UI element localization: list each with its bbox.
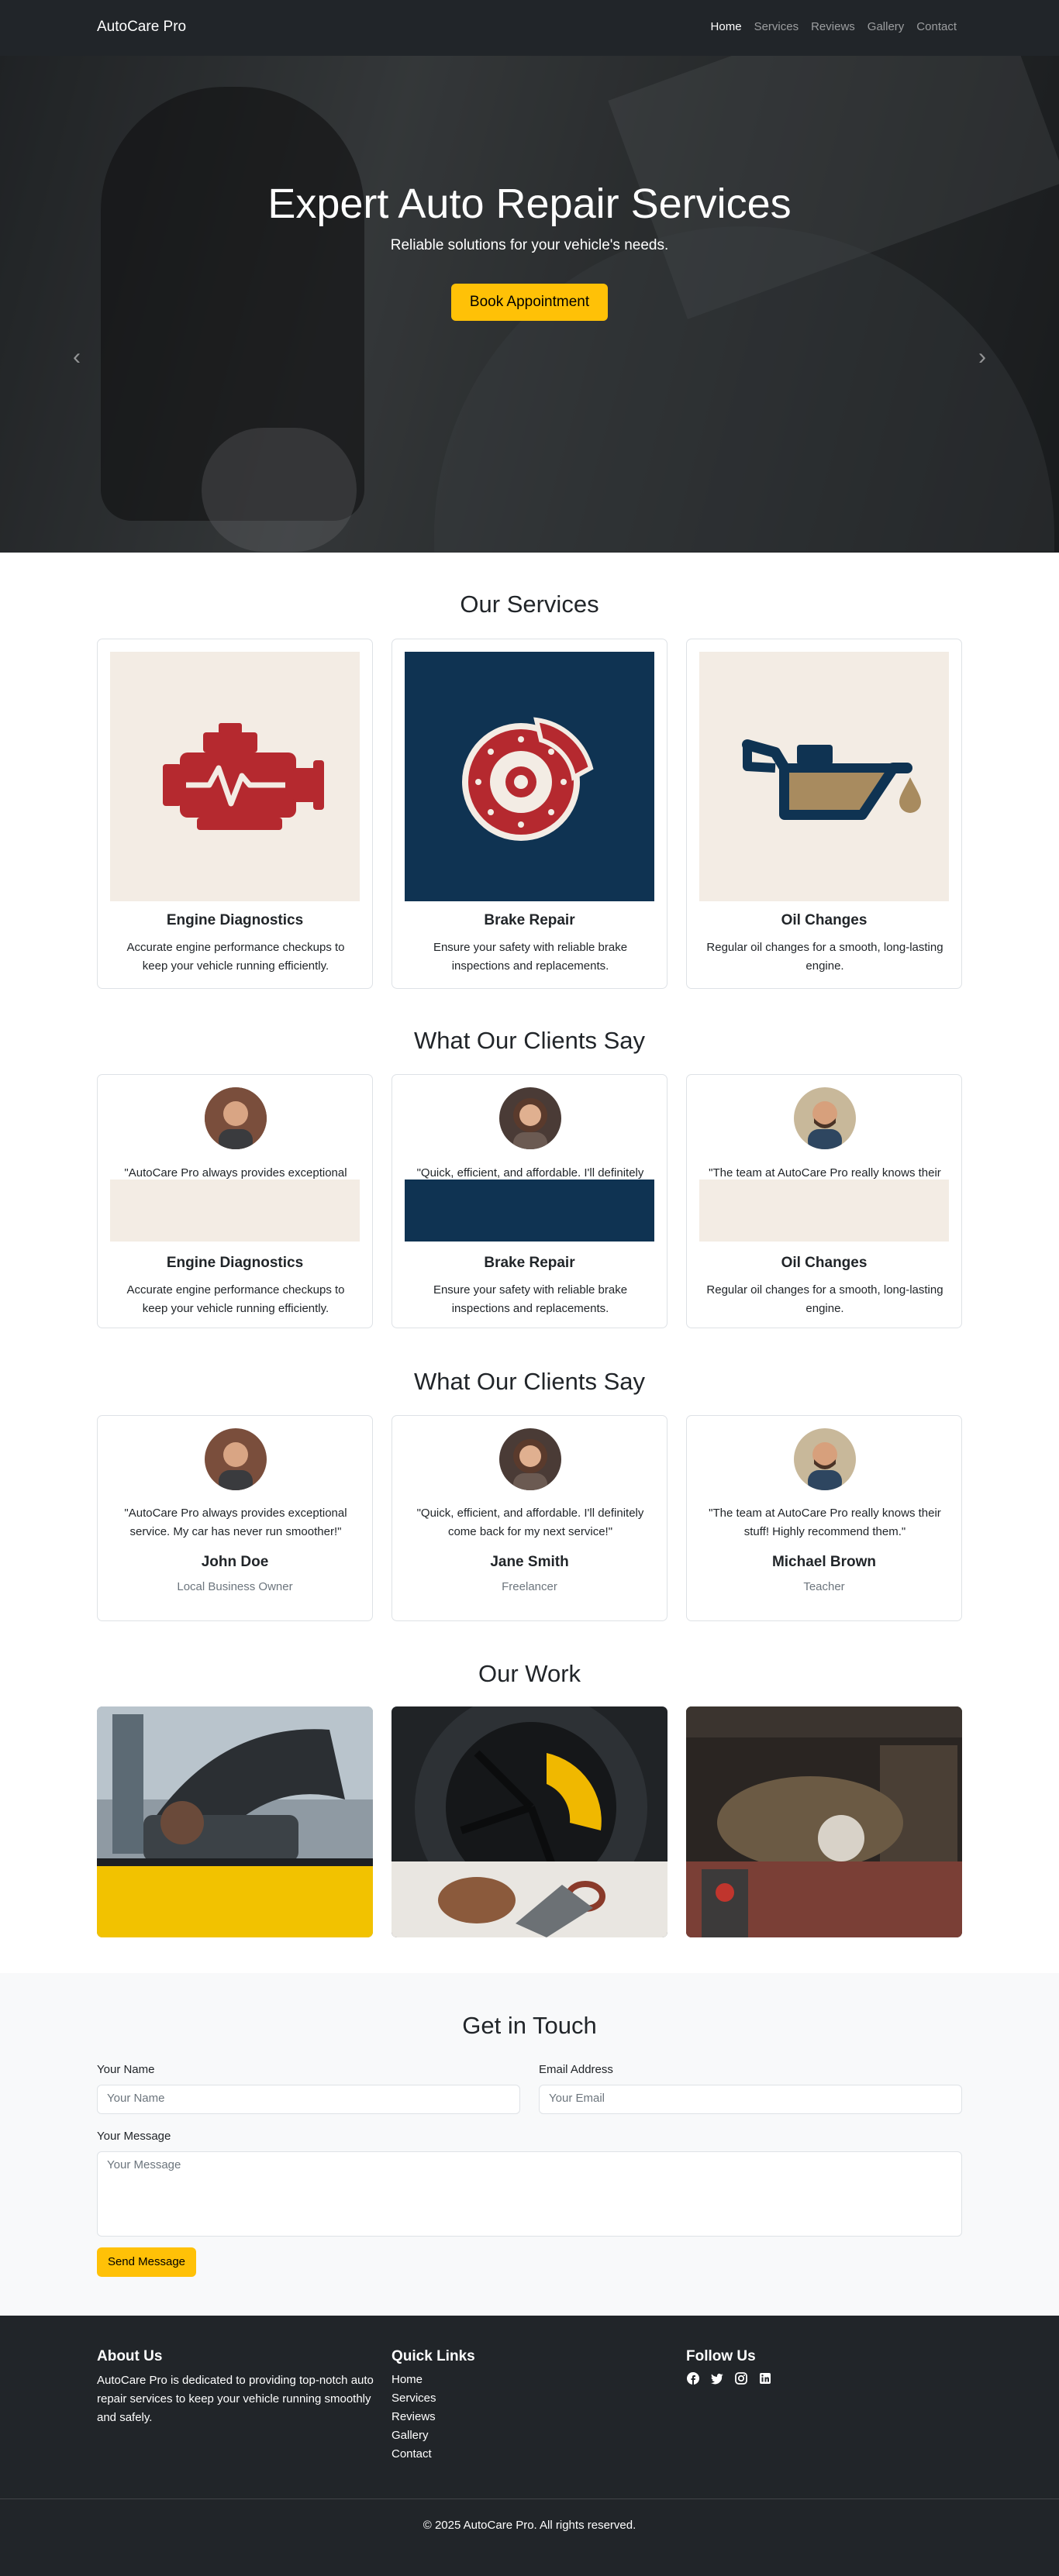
avatar: [794, 1087, 856, 1149]
message-textarea[interactable]: Your Message: [97, 2151, 962, 2237]
chevron-right-icon[interactable]: ›: [978, 344, 986, 370]
services-title: Our Services: [460, 591, 599, 618]
review-quote: "The team at AutoCare Pro really knows t…: [709, 1166, 941, 1180]
service-image-clipped: [699, 1180, 949, 1242]
hero-subtitle: Reliable solutions for your vehicle's ne…: [390, 237, 669, 253]
brand-logo[interactable]: AutoCare Pro: [97, 19, 186, 36]
gallery-image-garage[interactable]: [686, 1706, 962, 1937]
footer-about-title: About Us: [97, 2348, 163, 2364]
service-text: Ensure your safety with reliable brake i…: [433, 1283, 628, 1315]
brake-disc-icon: [405, 652, 654, 901]
service-title: Engine Diagnostics: [166, 912, 304, 928]
review-card-michael: "The team at AutoCare Pro really knows t…: [686, 1415, 962, 1621]
instagram-icon[interactable]: [734, 2371, 750, 2387]
nav-link-gallery[interactable]: Gallery: [868, 20, 905, 33]
footer-link-reviews[interactable]: Reviews: [392, 2410, 436, 2423]
navbar: AutoCare Pro Home Services Reviews Galle…: [0, 0, 1059, 56]
service-title: Engine Diagnostics: [166, 1255, 304, 1271]
oil-can-icon: [699, 652, 949, 901]
nav-link-contact[interactable]: Contact: [916, 20, 957, 33]
engine-icon: [110, 652, 360, 901]
footer-link-contact[interactable]: Contact: [392, 2447, 432, 2461]
review-quote: "AutoCare Pro always provides exceptiona…: [124, 1507, 347, 1538]
hero-title: Expert Auto Repair Services: [267, 181, 792, 227]
nav-link-home[interactable]: Home: [711, 20, 742, 33]
avatar: [794, 1428, 856, 1490]
service-title: Brake Repair: [484, 1255, 575, 1271]
gallery-image-wheel[interactable]: [392, 1706, 667, 1937]
review-quote: "AutoCare Pro always provides exceptiona…: [124, 1166, 347, 1180]
service-card-brake[interactable]: Brake Repair Ensure your safety with rel…: [392, 639, 667, 989]
footer-follow-title: Follow Us: [686, 2348, 756, 2364]
service-text: Ensure your safety with reliable brake i…: [433, 941, 628, 973]
email-input[interactable]: Your Email: [539, 2085, 962, 2114]
reviewer-role: Teacher: [803, 1580, 845, 1593]
overlap-card-3[interactable]: "The team at AutoCare Pro really knows t…: [686, 1074, 962, 1328]
name-label: Your Name: [97, 2063, 155, 2076]
twitter-icon[interactable]: [710, 2371, 726, 2387]
reviewer-name: John Doe: [201, 1554, 269, 1570]
service-card-oil[interactable]: Oil Changes Regular oil changes for a sm…: [686, 639, 962, 989]
nav-links: Home Services Reviews Gallery Contact: [711, 20, 957, 33]
service-title: Oil Changes: [781, 1255, 868, 1271]
avatar: [499, 1087, 561, 1149]
reviewer-role: Freelancer: [502, 1580, 557, 1593]
reviews-title: What Our Clients Say: [413, 1368, 646, 1395]
service-text: Accurate engine performance checkups to …: [126, 941, 345, 973]
service-image-clipped: [110, 1180, 360, 1242]
service-text: Regular oil changes for a smooth, long-l…: [706, 1283, 943, 1315]
reviews-title-overlap: What Our Clients Say: [413, 1027, 646, 1054]
nav-link-reviews[interactable]: Reviews: [811, 20, 855, 33]
facebook-icon[interactable]: [686, 2371, 702, 2387]
contact-title: Get in Touch: [462, 2012, 597, 2039]
service-title: Oil Changes: [781, 912, 868, 928]
name-input[interactable]: Your Name: [97, 2085, 520, 2114]
review-quote: "The team at AutoCare Pro really knows t…: [709, 1507, 941, 1538]
service-text: Regular oil changes for a smooth, long-l…: [706, 941, 943, 973]
review-quote: "Quick, efficient, and affordable. I'll …: [416, 1507, 644, 1538]
avatar: [499, 1428, 561, 1490]
service-title: Brake Repair: [484, 912, 575, 928]
service-image-clipped: [405, 1180, 654, 1242]
service-text: Accurate engine performance checkups to …: [126, 1283, 345, 1315]
footer-link-gallery[interactable]: Gallery: [392, 2429, 429, 2442]
message-label: Your Message: [97, 2130, 171, 2143]
linkedin-icon[interactable]: [758, 2371, 774, 2387]
reviewer-role: Local Business Owner: [177, 1580, 293, 1593]
gallery-image-mechanic[interactable]: [97, 1706, 373, 1937]
nav-link-services[interactable]: Services: [754, 20, 799, 33]
footer-about-text: AutoCare Pro is dedicated to providing t…: [97, 2374, 374, 2424]
review-card-john: "AutoCare Pro always provides exceptiona…: [97, 1415, 373, 1621]
footer-copyright: © 2025 AutoCare Pro. All rights reserved…: [423, 2519, 636, 2532]
reviewer-name: Jane Smith: [490, 1554, 569, 1570]
overlap-card-2[interactable]: "Quick, efficient, and affordable. I'll …: [392, 1074, 667, 1328]
overlap-card-1[interactable]: "AutoCare Pro always provides exceptiona…: [97, 1074, 373, 1328]
footer-links-title: Quick Links: [392, 2348, 475, 2364]
avatar: [205, 1428, 267, 1490]
gallery-title: Our Work: [478, 1660, 581, 1687]
reviewer-name: Michael Brown: [771, 1554, 877, 1570]
footer-link-home[interactable]: Home: [392, 2373, 423, 2386]
chevron-left-icon[interactable]: ‹: [73, 344, 81, 370]
review-card-jane: "Quick, efficient, and affordable. I'll …: [392, 1415, 667, 1621]
avatar: [205, 1087, 267, 1149]
email-label: Email Address: [539, 2063, 613, 2076]
review-quote: "Quick, efficient, and affordable. I'll …: [416, 1166, 644, 1180]
footer-link-services[interactable]: Services: [392, 2392, 436, 2405]
send-message-button[interactable]: Send Message: [97, 2247, 196, 2277]
book-appointment-button[interactable]: Book Appointment: [451, 284, 608, 321]
service-card-engine[interactable]: Engine Diagnostics Accurate engine perfo…: [97, 639, 373, 989]
